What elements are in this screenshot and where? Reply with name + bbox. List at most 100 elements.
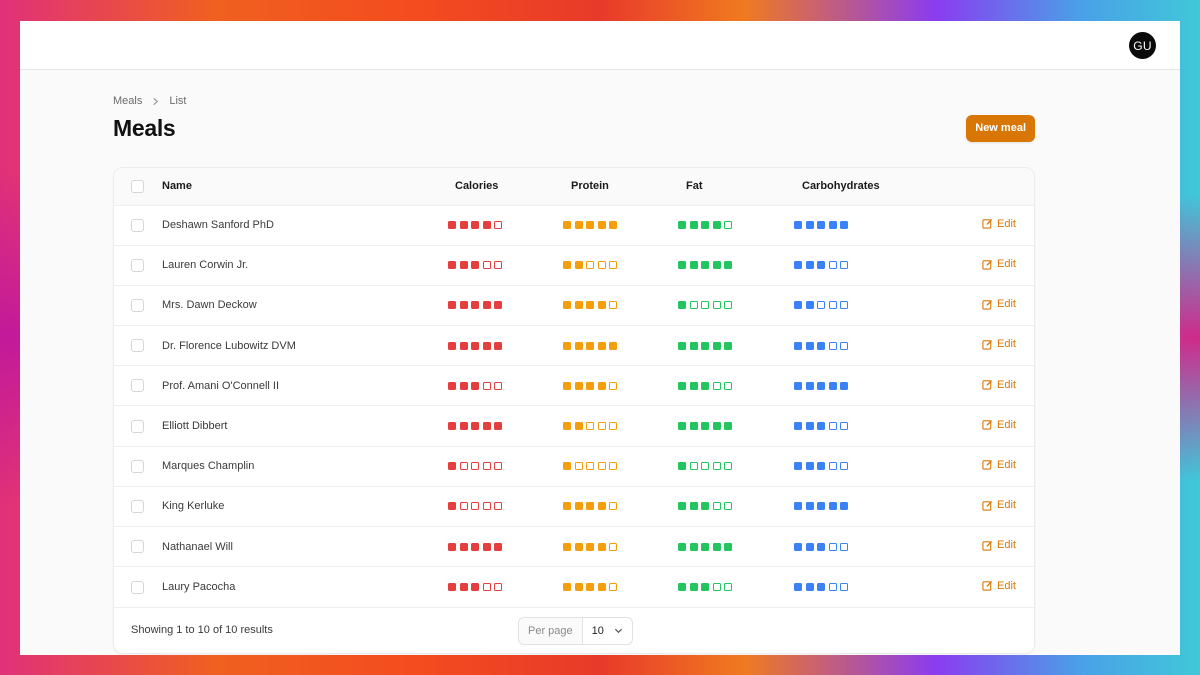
edit-button[interactable]: Edit [982, 580, 1016, 592]
rating-dot-empty [701, 301, 709, 310]
edit-button[interactable]: Edit [982, 539, 1016, 551]
table-row[interactable]: Laury Pacocha Edit [114, 566, 1034, 607]
rating-dot-empty [828, 301, 837, 310]
row-checkbox[interactable] [131, 540, 144, 554]
user-avatar[interactable]: GU [1129, 32, 1156, 59]
edit-button[interactable]: Edit [982, 419, 1016, 431]
rating-dot-filled [586, 301, 594, 310]
rating-dot-empty [828, 422, 837, 431]
protein-rating [563, 261, 678, 270]
table-row[interactable]: Elliott Dibbert Edit [114, 405, 1034, 446]
calories-rating [448, 583, 563, 592]
edit-label: Edit [997, 378, 1016, 391]
edit-label: Edit [997, 418, 1016, 431]
table-row[interactable]: Deshawn Sanford PhD Edit [114, 205, 1034, 245]
column-header-protein[interactable]: Protein [563, 168, 678, 205]
rating-dot-filled [597, 502, 606, 511]
table-row[interactable]: King Kerluke Edit [114, 486, 1034, 526]
edit-button[interactable]: Edit [982, 298, 1016, 310]
row-checkbox[interactable] [131, 218, 144, 232]
table-row[interactable]: Marques Champlin Edit [114, 446, 1034, 486]
row-checkbox[interactable] [131, 459, 144, 473]
rating-dot-filled [563, 261, 571, 270]
rating-dot-filled [597, 542, 606, 551]
column-header-carbohydrates[interactable]: Carbohydrates [794, 168, 954, 205]
table-row[interactable]: Lauren Corwin Jr. Edit [114, 245, 1034, 285]
select-all-checkbox[interactable] [131, 179, 144, 193]
edit-button[interactable]: Edit [982, 338, 1016, 350]
rating-dot-empty [597, 422, 606, 431]
rating-dot-empty [828, 462, 837, 471]
new-meal-button[interactable]: New meal [966, 114, 1035, 142]
edit-icon [982, 420, 993, 430]
rating-dot-filled [494, 301, 502, 310]
column-header-calories[interactable]: Calories [448, 168, 563, 205]
rating-dot-filled [805, 221, 814, 230]
breadcrumb: Meals List [113, 94, 1035, 108]
table-row[interactable]: Dr. Florence Lubowitz DVM Edit [114, 325, 1034, 366]
rating-dot-filled [586, 381, 594, 390]
table-footer: Showing 1 to 10 of 10 results Per page 1… [114, 606, 1034, 653]
rating-dot-filled [448, 542, 456, 551]
rating-dot-filled [471, 381, 479, 390]
edit-button[interactable]: Edit [982, 459, 1016, 471]
rating-dot-empty [482, 462, 491, 471]
column-header-fat[interactable]: Fat [678, 168, 794, 205]
fat-rating [678, 542, 794, 551]
rating-dot-empty [817, 301, 825, 310]
edit-label: Edit [997, 338, 1016, 351]
edit-label: Edit [997, 298, 1016, 311]
rating-dot-filled [586, 221, 594, 230]
calories-rating [448, 301, 563, 310]
rating-dot-empty [494, 381, 502, 390]
row-checkbox[interactable] [131, 258, 144, 272]
edit-button[interactable]: Edit [982, 499, 1016, 511]
edit-button[interactable]: Edit [982, 218, 1016, 230]
row-checkbox[interactable] [131, 379, 144, 393]
rating-dot-filled [794, 462, 802, 471]
table-row[interactable]: Mrs. Dawn Deckow Edit [114, 285, 1034, 325]
rating-dot-empty [724, 583, 732, 592]
main-content: Meals List Meals New meal Name Calories … [113, 70, 1035, 654]
row-checkbox[interactable] [131, 339, 144, 353]
rating-dot-filled [678, 381, 686, 390]
carbohydrates-rating [794, 542, 954, 551]
fat-rating [678, 261, 794, 270]
meal-name: Nathanael Will [162, 540, 233, 553]
edit-icon [982, 581, 993, 591]
breadcrumb-meals[interactable]: Meals [113, 95, 142, 107]
rating-dot-empty [482, 381, 491, 390]
fat-rating [678, 502, 794, 511]
rating-dot-filled [563, 221, 571, 230]
rating-dot-filled [574, 422, 583, 431]
chevron-down-icon [614, 629, 622, 634]
rating-dot-filled [689, 583, 698, 592]
rating-dot-filled [678, 542, 686, 551]
row-checkbox[interactable] [131, 298, 144, 312]
rating-dot-empty [689, 301, 698, 310]
meal-name: Elliott Dibbert [162, 420, 228, 433]
rating-dot-filled [817, 341, 825, 350]
row-checkbox[interactable] [131, 580, 144, 594]
row-checkbox[interactable] [131, 419, 144, 433]
table-row[interactable]: Nathanael Will Edit [114, 526, 1034, 567]
rating-dot-filled [482, 542, 491, 551]
rating-dot-filled [701, 422, 709, 431]
meal-name: Deshawn Sanford PhD [162, 219, 274, 232]
meal-name: Mrs. Dawn Deckow [162, 299, 257, 312]
rating-dot-filled [459, 341, 468, 350]
table-header-row: Name Calories Protein Fat Carbohydrates [114, 168, 1034, 205]
rating-dot-filled [805, 542, 814, 551]
rating-dot-filled [482, 301, 491, 310]
row-checkbox[interactable] [131, 499, 144, 513]
per-page-dropdown[interactable]: 10 [583, 625, 632, 637]
page-header: Meals New meal [113, 112, 1035, 144]
per-page-select[interactable]: Per page 10 [518, 616, 633, 645]
edit-button[interactable]: Edit [982, 379, 1016, 391]
rating-dot-filled [448, 341, 456, 350]
edit-button[interactable]: Edit [982, 258, 1016, 270]
rating-dot-filled [805, 301, 814, 310]
table-row[interactable]: Prof. Amani O'Connell II Edit [114, 365, 1034, 406]
column-header-name[interactable]: Name [162, 168, 448, 205]
rating-dot-filled [597, 381, 606, 390]
